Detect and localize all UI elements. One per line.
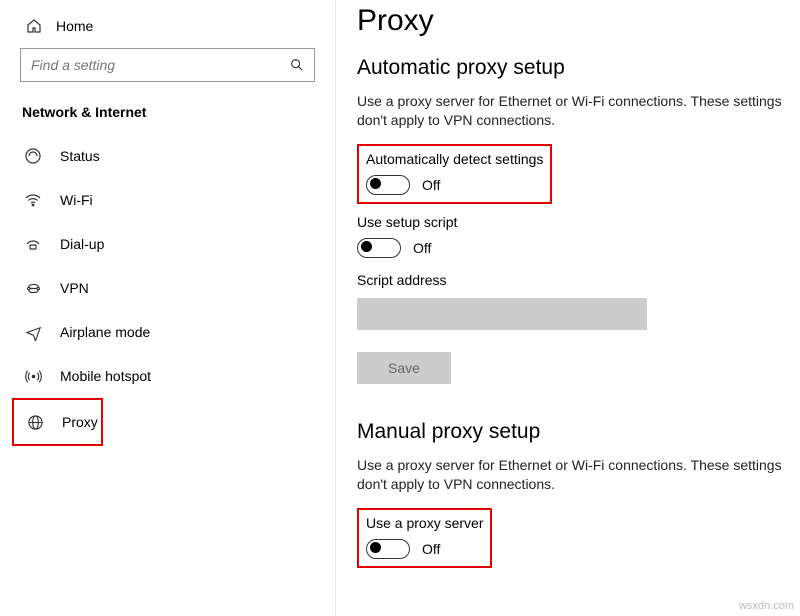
sidebar-item-label: Airplane mode — [60, 324, 150, 340]
sidebar-item-label: Status — [60, 148, 100, 164]
manual-section-heading: Manual proxy setup — [357, 420, 800, 444]
script-address-label: Script address — [357, 272, 800, 288]
dialup-icon — [24, 235, 42, 253]
main-content: Proxy Automatic proxy setup Use a proxy … — [335, 0, 800, 616]
vpn-icon — [24, 279, 42, 297]
search-input[interactable] — [31, 57, 290, 73]
sidebar-item-label: Mobile hotspot — [60, 368, 151, 384]
category-header: Network & Internet — [0, 104, 335, 134]
watermark: wsxdn.com — [739, 600, 794, 612]
auto-section-heading: Automatic proxy setup — [357, 56, 800, 80]
auto-detect-state: Off — [422, 177, 440, 193]
vertical-divider — [335, 0, 336, 616]
auto-section-desc: Use a proxy server for Ethernet or Wi-Fi… — [357, 92, 797, 130]
sidebar-item-vpn[interactable]: VPN — [0, 266, 335, 310]
sidebar-item-dialup[interactable]: Dial-up — [0, 222, 335, 266]
save-button[interactable]: Save — [357, 352, 451, 384]
sidebar-item-status[interactable]: Status — [0, 134, 335, 178]
sidebar-item-airplane[interactable]: Airplane mode — [0, 310, 335, 354]
script-address-input[interactable] — [357, 298, 647, 330]
setup-script-state: Off — [413, 240, 431, 256]
sidebar-item-hotspot[interactable]: Mobile hotspot — [0, 354, 335, 398]
auto-detect-toggle[interactable] — [366, 175, 410, 195]
use-proxy-toggle[interactable] — [366, 539, 410, 559]
search-input-wrap[interactable] — [20, 48, 315, 82]
use-proxy-label: Use a proxy server — [366, 515, 483, 531]
use-proxy-state: Off — [422, 541, 440, 557]
highlight-auto-detect: Automatically detect settings Off — [357, 144, 552, 204]
sidebar-item-wifi[interactable]: Wi-Fi — [0, 178, 335, 222]
setup-script-toggle[interactable] — [357, 238, 401, 258]
highlight-use-proxy: Use a proxy server Off — [357, 508, 492, 568]
sidebar-item-label: Wi-Fi — [60, 192, 93, 208]
sidebar-item-label: VPN — [60, 280, 89, 296]
home-label: Home — [56, 18, 93, 34]
status-icon — [24, 147, 42, 165]
manual-section-desc: Use a proxy server for Ethernet or Wi-Fi… — [357, 456, 797, 494]
airplane-icon — [24, 323, 42, 341]
auto-detect-label: Automatically detect settings — [366, 151, 543, 167]
sidebar-item-label: Dial-up — [60, 236, 104, 252]
hotspot-icon — [24, 367, 42, 385]
setup-script-label: Use setup script — [357, 214, 800, 230]
page-title: Proxy — [357, 4, 800, 38]
home-link[interactable]: Home — [0, 10, 335, 48]
sidebar: Home Network & Internet Status Wi-Fi Dia… — [0, 0, 335, 616]
wifi-icon — [24, 191, 42, 209]
home-icon — [26, 18, 42, 34]
sidebar-item-label: Proxy — [62, 414, 98, 430]
sidebar-item-proxy[interactable]: Proxy — [12, 398, 103, 446]
search-icon — [290, 58, 304, 72]
globe-icon — [26, 413, 44, 431]
